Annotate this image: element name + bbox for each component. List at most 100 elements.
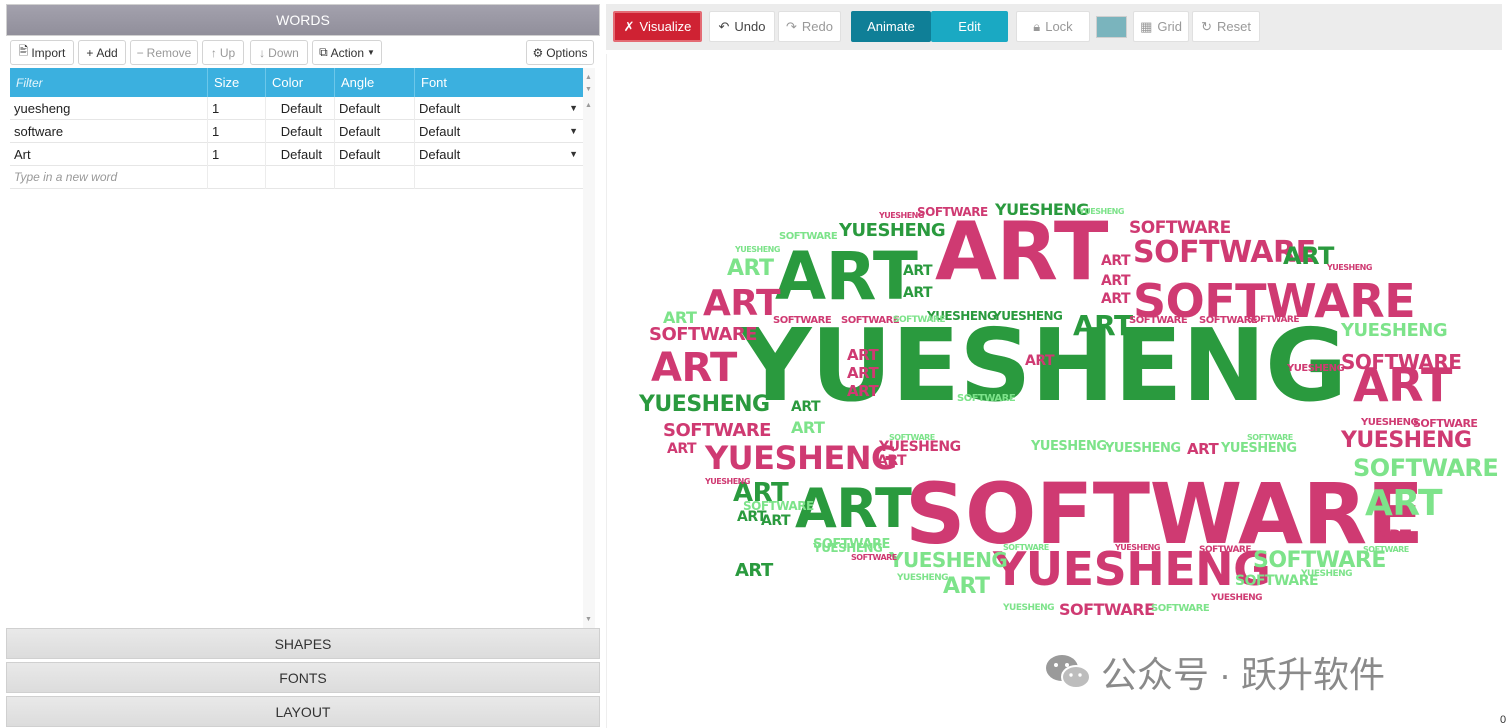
font-cell[interactable]: Default ▼ [415, 143, 584, 166]
cloud-word: yuesheng [879, 211, 924, 220]
wechat-icon [1045, 653, 1091, 691]
caret-down-icon[interactable]: ▼ [569, 97, 578, 120]
down-button[interactable]: ↓ Down [250, 40, 308, 65]
new-word-input[interactable]: Type in a new word [10, 166, 208, 189]
column-header-font[interactable]: Font [415, 68, 584, 97]
cloud-word: software [1353, 454, 1499, 482]
cloud-word: yuesheng [889, 548, 1008, 572]
cloud-word: yuesheng [1341, 428, 1472, 453]
cloud-word: software [773, 315, 832, 326]
visualize-button[interactable]: ✗ Visualize [613, 11, 702, 42]
visualization-toolbar: ✗ Visualize ↶ Undo ↷ Redo Animate Edit 🔒︎ Lo… [606, 4, 1502, 50]
shapes-section-header[interactable]: SHAPES [6, 628, 600, 659]
cloud-word: art [847, 382, 879, 400]
redo-button[interactable]: ↷ Redo [778, 11, 841, 42]
gear-icon: ⚙ [532, 45, 544, 60]
cloud-word: art [1377, 526, 1411, 545]
fonts-section-header[interactable]: FONTS [6, 662, 600, 693]
undo-icon: ↶ [718, 18, 730, 34]
color-cell[interactable]: Default [266, 120, 335, 143]
words-section-header[interactable]: WORDS [6, 4, 600, 36]
grid-button[interactable]: ▦ Grid [1133, 11, 1189, 42]
word-cloud-canvas[interactable]: yuesheng software art art software yuesh… [606, 54, 1502, 728]
color-swatch[interactable] [1096, 16, 1127, 38]
cloud-word: yuesheng [735, 245, 780, 254]
cloud-word: yuesheng [1211, 593, 1263, 603]
reset-icon: ↻ [1201, 18, 1212, 34]
reset-button[interactable]: ↻ Reset [1192, 11, 1260, 42]
undo-button[interactable]: ↶ Undo [709, 11, 775, 42]
layout-section-header[interactable]: LAYOUT [6, 696, 600, 727]
remove-button[interactable]: − Remove [130, 40, 198, 65]
edit-button[interactable]: Edit [931, 11, 1008, 42]
cloud-word: software [851, 553, 897, 562]
cloud-word: software [779, 231, 838, 242]
cloud-word: software [1413, 417, 1478, 430]
filter-input[interactable] [10, 68, 208, 97]
words-toolbar: 🖹 Import + Add − Remove ↑ Up ↓ Down ⧉ Action ▼ … [6, 38, 600, 68]
caret-down-icon[interactable]: ▼ [569, 120, 578, 143]
cloud-word: yuesheng [705, 477, 750, 486]
scroll-down-icon[interactable]: ▼ [585, 86, 592, 93]
copy-icon: ⧉ [319, 45, 328, 59]
size-cell[interactable]: 1 [208, 97, 266, 120]
column-header-angle[interactable]: Angle [335, 68, 415, 97]
cloud-word: yuesheng [1031, 439, 1107, 454]
redo-icon: ↷ [786, 18, 797, 34]
cloud-word: art [1073, 309, 1133, 342]
cloud-word: software [1247, 315, 1300, 325]
table-row[interactable]: yuesheng 1 Default Default Default ▼ [10, 97, 584, 120]
grid-icon: ▦ [1140, 18, 1153, 34]
action-dropdown[interactable]: ⧉ Action ▼ [312, 40, 382, 65]
cloud-word: yuesheng [1003, 603, 1055, 613]
table-scrollbar[interactable]: ▲ ▼ ▲ ▼ [583, 68, 595, 628]
caret-down-icon[interactable]: ▼ [569, 143, 578, 166]
cloud-word: software [649, 324, 757, 345]
cloud-word: art [791, 399, 821, 415]
font-cell[interactable]: Default ▼ [415, 97, 584, 120]
animate-button[interactable]: Animate [851, 11, 931, 42]
cloud-word: yuesheng [897, 573, 949, 583]
scroll-up-icon[interactable]: ▲ [585, 102, 592, 109]
cloud-word: art [943, 574, 990, 599]
column-header-size[interactable]: Size [208, 68, 266, 97]
size-cell[interactable]: 1 [208, 120, 266, 143]
cloud-word: art [651, 345, 737, 391]
new-word-row[interactable]: Type in a new word [10, 166, 584, 189]
options-button[interactable]: ⚙ Options [526, 40, 594, 65]
scroll-down-icon[interactable]: ▼ [585, 616, 592, 623]
cloud-word: software [743, 499, 814, 513]
font-cell[interactable]: Default ▼ [415, 120, 584, 143]
arrow-down-icon: ↓ [259, 45, 266, 60]
left-panel: WORDS 🖹 Import + Add − Remove ↑ Up ↓ Down ⧉ Ac… [6, 4, 600, 728]
scroll-up-icon[interactable]: ▲ [585, 74, 592, 81]
angle-cell[interactable]: Default [335, 97, 415, 120]
cloud-word: art [703, 283, 781, 324]
word-cell[interactable]: Art [10, 143, 208, 166]
cloud-word: software [957, 393, 1016, 404]
empty-cell [415, 166, 584, 189]
cloud-word: art [847, 346, 879, 364]
angle-cell[interactable]: Default [335, 120, 415, 143]
color-cell[interactable]: Default [266, 97, 335, 120]
angle-cell[interactable]: Default [335, 143, 415, 166]
cloud-word: art [1101, 253, 1131, 269]
magic-wand-icon: ✗ [623, 18, 635, 34]
arrow-up-icon: ↑ [210, 45, 217, 60]
cloud-word: art [667, 441, 697, 457]
cloud-word: yuesheng [995, 200, 1089, 219]
color-cell[interactable]: Default [266, 143, 335, 166]
size-cell[interactable]: 1 [208, 143, 266, 166]
word-cell[interactable]: software [10, 120, 208, 143]
cloud-word: software [1151, 603, 1210, 614]
cloud-word: art [847, 364, 879, 382]
add-button[interactable]: + Add [78, 40, 126, 65]
column-header-color[interactable]: Color [266, 68, 335, 97]
word-cell[interactable]: yuesheng [10, 97, 208, 120]
words-table: Size Color Angle Font yuesheng 1 Default… [10, 68, 584, 189]
import-button[interactable]: 🖹 Import [10, 40, 74, 65]
up-button[interactable]: ↑ Up [202, 40, 244, 65]
lock-button[interactable]: 🔒︎ Lock [1016, 11, 1090, 42]
table-row[interactable]: Art 1 Default Default Default ▼ [10, 143, 584, 166]
table-row[interactable]: software 1 Default Default Default ▼ [10, 120, 584, 143]
